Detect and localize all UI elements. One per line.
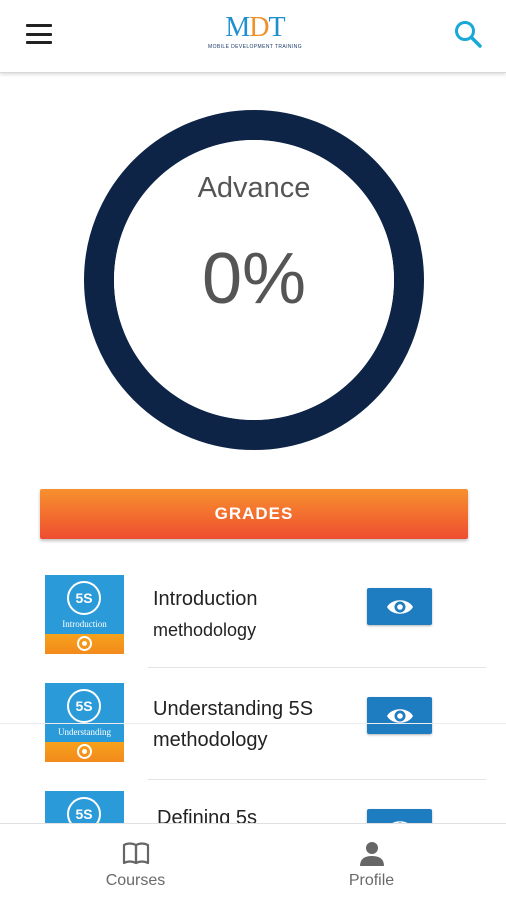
view-course-button[interactable]: [367, 809, 432, 823]
thumb-badge: 5S: [67, 581, 101, 615]
nav-profile-label: Profile: [348, 872, 395, 889]
course-title-line1: Introduction: [153, 588, 258, 610]
course-title: Defining 5s: [157, 803, 357, 823]
course-title-line2: methodology: [153, 729, 268, 751]
thumb-caption: Understanding: [58, 727, 111, 737]
list-item[interactable]: 5S Introduction Introduction methodology: [0, 565, 506, 675]
course-title-line2: methodology: [153, 620, 257, 640]
book-icon: [122, 842, 150, 865]
list-item[interactable]: 5S Defining 5s: [0, 787, 506, 823]
app-header: MDT MOBILE DEVELOPMENT TRAINING: [0, 0, 506, 73]
logo-subtitle: MOBILE DEVELOPMENT TRAINING: [208, 44, 302, 50]
grades-button[interactable]: GRADES: [40, 489, 468, 539]
logo-mark: MDT: [225, 12, 285, 43]
hamburger-menu-icon[interactable]: [22, 20, 56, 48]
nav-profile[interactable]: Profile: [245, 824, 498, 900]
person-icon: [360, 842, 384, 866]
progress-ring: Advance 0%: [84, 110, 424, 450]
bottom-navigation: Courses Profile: [0, 823, 506, 900]
divider: [0, 723, 506, 724]
nav-courses[interactable]: Courses: [9, 824, 262, 900]
list-item[interactable]: 5S Understanding Understanding 5S method…: [0, 675, 506, 785]
gear-icon: [77, 744, 92, 759]
progress-label: Advance: [197, 172, 311, 204]
thumb-caption: Introduction: [62, 619, 107, 629]
divider: [148, 667, 486, 668]
course-list: 5S Introduction Introduction methodology…: [0, 565, 506, 823]
nav-courses-label: Courses: [105, 872, 166, 889]
search-icon[interactable]: [452, 18, 484, 50]
course-title-line1: Defining 5s: [157, 807, 258, 823]
divider: [148, 779, 486, 780]
view-course-button[interactable]: [367, 588, 432, 625]
progress-value: 0%: [201, 239, 307, 319]
view-course-button[interactable]: [367, 697, 432, 734]
course-thumbnail: 5S Introduction: [45, 575, 124, 654]
gear-icon: [77, 636, 92, 651]
app-logo: MDT MOBILE DEVELOPMENT TRAINING: [200, 14, 310, 54]
eye-icon: [386, 599, 413, 614]
thumb-badge: 5S: [67, 797, 101, 823]
course-thumbnail: 5S: [45, 791, 124, 823]
course-title: Understanding 5S methodology: [153, 694, 353, 756]
thumb-badge: 5S: [67, 689, 101, 723]
course-title-line1: Understanding 5S: [153, 698, 314, 720]
course-title: Introduction methodology: [153, 584, 353, 646]
